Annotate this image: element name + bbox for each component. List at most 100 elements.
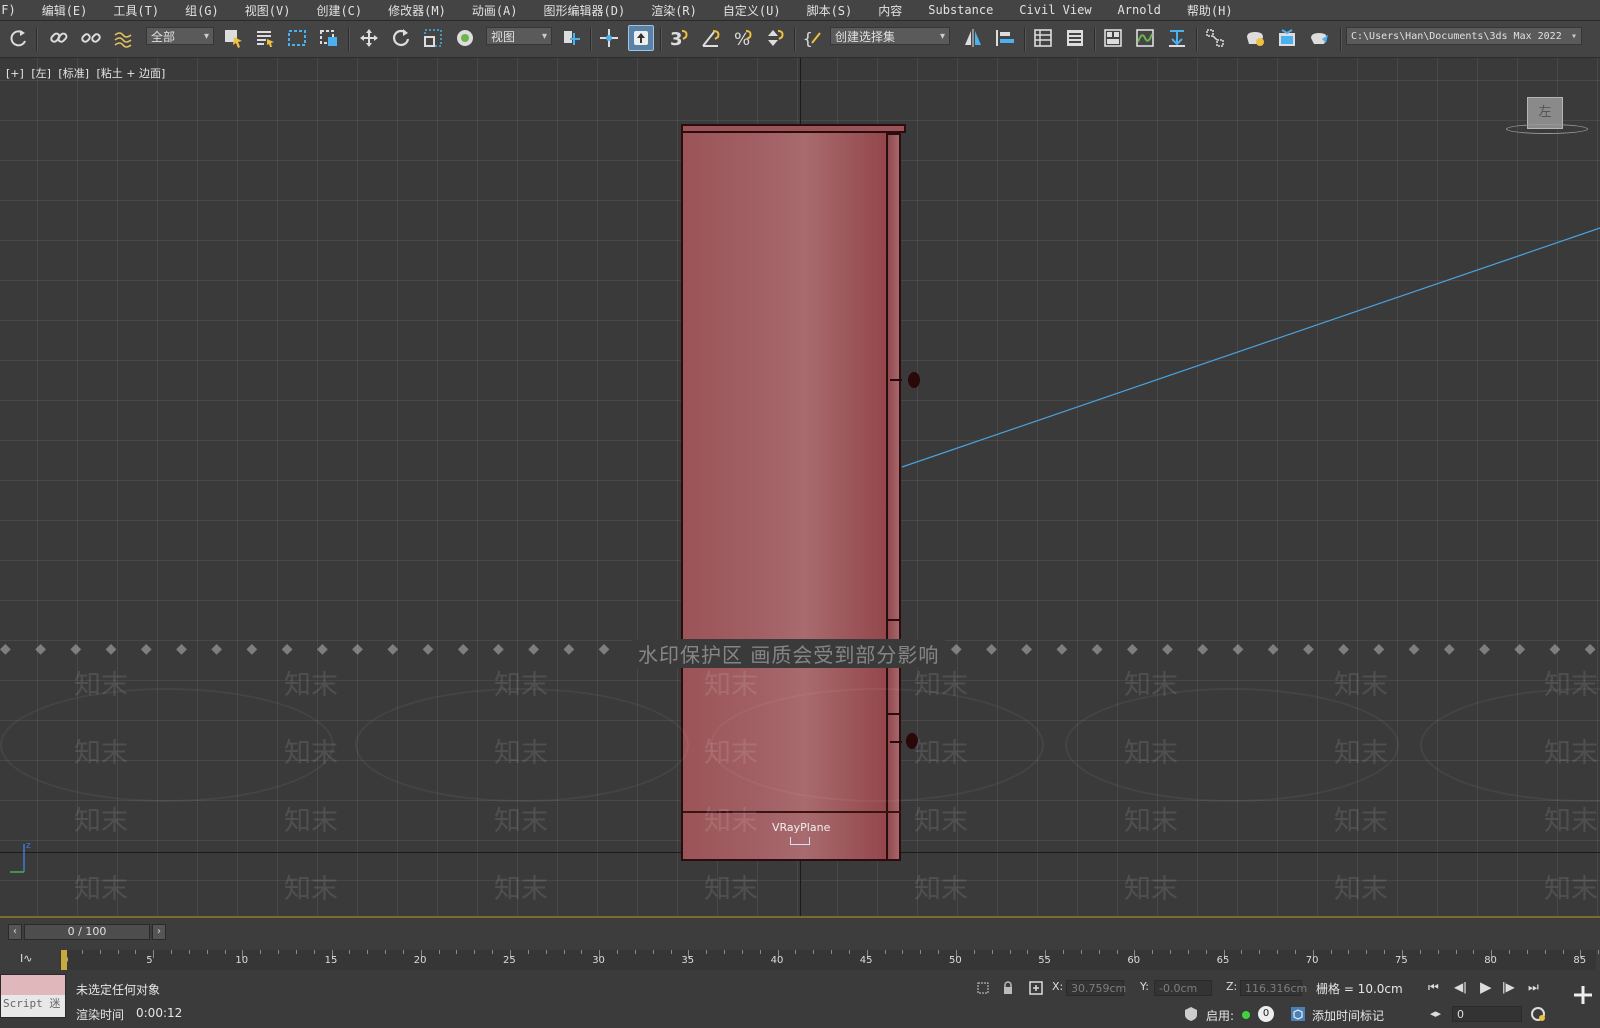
window-crossing-icon[interactable]	[316, 25, 342, 51]
current-frame-field[interactable]: 0	[1452, 1006, 1522, 1022]
play-icon[interactable]: ▶	[1480, 978, 1492, 996]
watermark-text: 知末	[1334, 874, 1388, 905]
timeline-tick	[920, 950, 922, 954]
next-frame-arrow-icon[interactable]: ›	[152, 924, 166, 940]
x-coord-field[interactable]: 30.759cm	[1066, 980, 1126, 996]
menu-item[interactable]: 图形编辑器(D)	[532, 2, 640, 19]
vrayplane-icon[interactable]	[790, 837, 810, 845]
watermark-text: 知末	[1124, 806, 1178, 837]
menu-item[interactable]: 工具(T)	[101, 2, 173, 19]
add-time-tag-icon[interactable]	[1290, 1006, 1306, 1022]
menu-item[interactable]: 创建(C)	[304, 2, 376, 19]
prev-frame-arrow-icon[interactable]: ‹	[8, 924, 22, 940]
named-selection-dropdown[interactable]: 创建选择集	[830, 27, 950, 46]
track-bar[interactable]: 0510152025303540455055606570758085	[60, 950, 1600, 970]
main-toolbar: 全部 视图 3 % {	[0, 21, 1600, 58]
menu-item[interactable]: Substance	[916, 3, 1007, 17]
left-viewport[interactable]: [+] [左] [标准] [粘土 + 边面] VRayPlane 左 z ◆ ◆…	[0, 58, 1600, 916]
timeline-tick	[1027, 950, 1029, 954]
timeline-tick	[670, 950, 672, 954]
move-icon[interactable]	[356, 25, 382, 51]
goto-end-icon[interactable]: ⏭	[1528, 980, 1539, 995]
unlink-icon[interactable]	[78, 25, 104, 51]
scene-explorer-icon[interactable]	[1030, 25, 1056, 51]
menu-item[interactable]: 动画(A)	[460, 2, 532, 19]
add-time-tag-label[interactable]: 添加时间标记	[1312, 1007, 1384, 1024]
menu-item[interactable]: Arnold	[1106, 3, 1175, 17]
timeline-tick	[153, 950, 155, 958]
goto-start-icon[interactable]: ⏮	[1428, 980, 1439, 995]
select-by-name-icon[interactable]	[252, 25, 278, 51]
viewcube-compass-ring[interactable]	[1506, 124, 1588, 134]
redo-icon[interactable]	[6, 25, 32, 51]
render-setup-icon[interactable]	[1242, 25, 1268, 51]
project-path-dropdown[interactable]: C:\Users\Han\Documents\3ds Max 2022	[1346, 27, 1582, 46]
time-slider-track[interactable]: 0 / 100	[24, 924, 150, 940]
bind-spacewarp-icon[interactable]	[110, 25, 136, 51]
timeline-tick-label: 50	[949, 955, 962, 966]
rendered-frame-window-icon[interactable]	[1274, 25, 1300, 51]
select-object-icon[interactable]	[220, 25, 246, 51]
mirror-icon[interactable]	[960, 25, 986, 51]
zoom-extents-plus-icon[interactable]	[1572, 984, 1594, 1006]
menu-item[interactable]: 视图(V)	[233, 2, 305, 19]
timeline-tick	[848, 950, 850, 954]
enable-count-badge[interactable]: 0	[1258, 1006, 1274, 1022]
toggle-ribbon-icon[interactable]	[1100, 25, 1126, 51]
timeline-tick	[1241, 950, 1243, 954]
percent-snap-icon[interactable]: %	[730, 25, 756, 51]
menu-item[interactable]: 内容	[866, 2, 916, 19]
current-frame-marker[interactable]	[61, 950, 67, 970]
adaptive-degradation-icon[interactable]	[1183, 1006, 1199, 1022]
snap-toggle-3d-icon[interactable]: 3	[666, 25, 692, 51]
select-manipulate-icon[interactable]	[596, 25, 622, 51]
absolute-mode-icon[interactable]	[1028, 980, 1044, 996]
lock-icon[interactable]	[1000, 980, 1016, 996]
menu-item[interactable]: Civil View	[1007, 3, 1105, 17]
place-icon[interactable]	[452, 25, 478, 51]
timeline-tick	[938, 950, 940, 954]
reference-coord-dropdown[interactable]: 视图	[486, 27, 552, 46]
door-knob[interactable]	[908, 372, 920, 388]
menu-item[interactable]: 修改器(M)	[376, 2, 460, 19]
link-icon[interactable]	[46, 25, 72, 51]
schematic-view-icon[interactable]	[1164, 25, 1190, 51]
maxscript-listener[interactable]: Script 迷	[0, 974, 66, 1018]
next-key-icon[interactable]: ǀ▶	[1502, 980, 1515, 994]
rect-selection-region-icon[interactable]	[284, 25, 310, 51]
vrayplane-label[interactable]: VRayPlane	[772, 821, 830, 834]
layer-explorer-icon[interactable]	[1062, 25, 1088, 51]
spinner-snap-icon[interactable]	[762, 25, 788, 51]
menu-item[interactable]: 编辑(E)	[30, 2, 102, 19]
curve-editor-icon[interactable]	[1132, 25, 1158, 51]
z-coord-label: Z:	[1226, 980, 1238, 993]
watermark-text: 知末	[494, 874, 548, 905]
menu-item[interactable]: (F)	[0, 3, 30, 17]
key-mode-icon[interactable]: ◂▸	[1430, 1007, 1441, 1020]
y-coord-field[interactable]: -0.0cm	[1154, 980, 1212, 996]
keyboard-shortcut-override-icon[interactable]	[628, 25, 654, 51]
scale-icon[interactable]	[420, 25, 446, 51]
isolate-selection-icon[interactable]	[975, 980, 991, 996]
edit-named-selection-icon[interactable]: {	[800, 25, 826, 51]
mini-curve-editor-icon[interactable]: I∿	[20, 952, 32, 965]
menu-item[interactable]: 帮助(H)	[1175, 2, 1247, 19]
time-config-icon[interactable]	[1530, 1006, 1546, 1022]
use-pivot-center-icon[interactable]	[558, 25, 584, 51]
align-icon[interactable]	[992, 25, 1018, 51]
maxscript-input[interactable]	[1, 975, 65, 995]
time-slider[interactable]: ‹ 0 / 100 ›	[8, 924, 166, 940]
menu-item[interactable]: 渲染(R)	[639, 2, 711, 19]
material-editor-icon[interactable]	[1202, 25, 1228, 51]
z-coord-field[interactable]: 116.316cm	[1240, 980, 1307, 996]
menu-item[interactable]: 脚本(S)	[795, 2, 867, 19]
prev-key-icon[interactable]: ◀ǀ	[1454, 980, 1467, 994]
angle-snap-icon[interactable]	[698, 25, 724, 51]
selection-filter-dropdown[interactable]: 全部	[146, 27, 214, 46]
grid-size: 栅格 = 10.0cm	[1316, 982, 1403, 996]
render-production-icon[interactable]	[1306, 25, 1332, 51]
timeline-tick	[1526, 950, 1528, 954]
rotate-icon[interactable]	[388, 25, 414, 51]
menu-item[interactable]: 组(G)	[173, 2, 233, 19]
menu-item[interactable]: 自定义(U)	[711, 2, 795, 19]
